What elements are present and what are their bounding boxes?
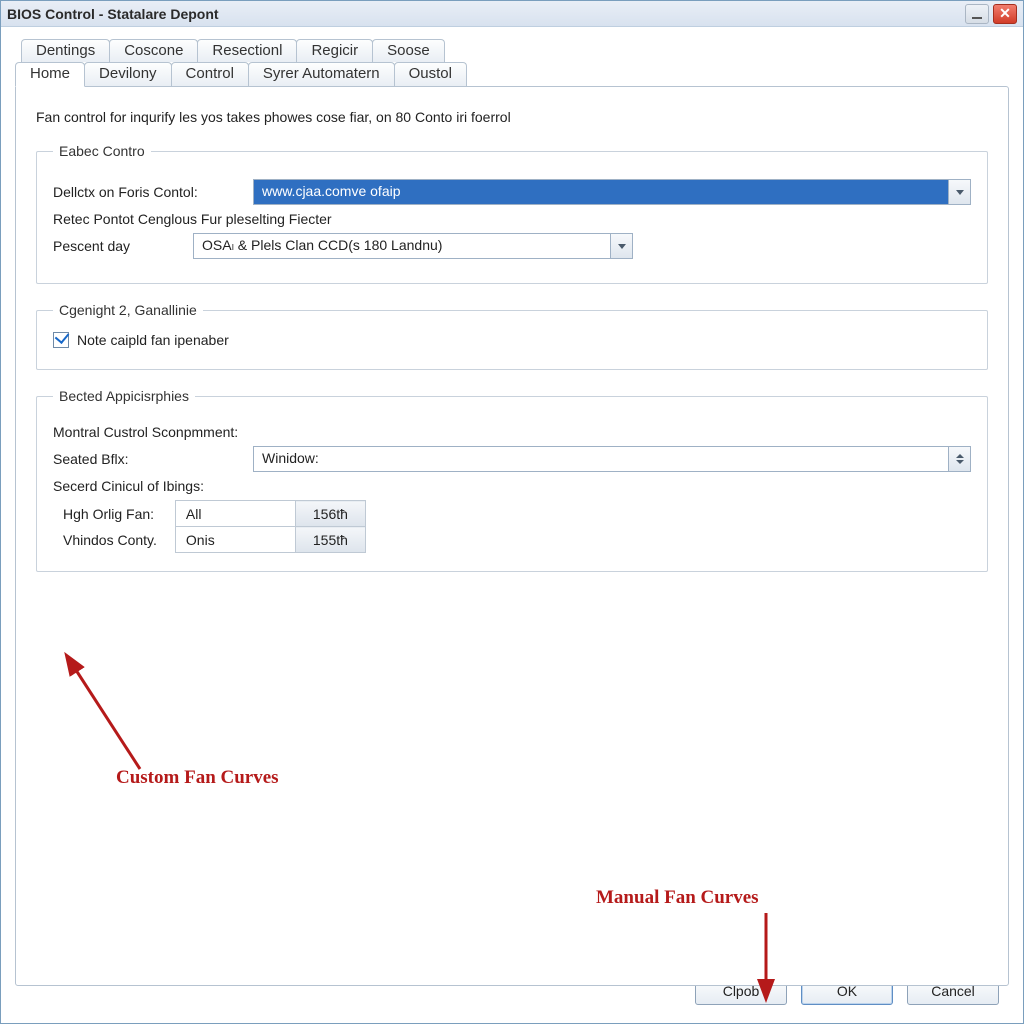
titlebar: BIOS Control - Statalare Depont ✕ xyxy=(1,1,1023,27)
dropdown-pescent-day-value: OSAₗ & Plels Clan CCD(s 180 Landnu) xyxy=(194,234,610,258)
dropdown-dellctx-value: www.cjaa.comve ofaip xyxy=(254,180,948,204)
label-high-orlig: Hgh Orlig Fan: xyxy=(53,501,175,527)
group-eabec-legend: Eabec Contro xyxy=(53,143,151,159)
tab-control[interactable]: Control xyxy=(171,62,249,86)
window-title: BIOS Control - Statalare Depont xyxy=(7,6,219,22)
annotation-custom-fan-curves: Custom Fan Curves xyxy=(116,767,279,789)
label-vhindos: Vhindos Conty. xyxy=(53,527,175,553)
content-area: Dentings Coscone Resectionl Regicir Soos… xyxy=(1,27,1023,1023)
table-row: Vhindos Conty. Onis 155tħ xyxy=(53,527,365,553)
checkbox-box xyxy=(53,332,69,348)
close-button[interactable]: ✕ xyxy=(993,4,1017,24)
checkbox-note-caipld[interactable]: Note caipld fan ipenaber xyxy=(53,332,229,348)
app-window: BIOS Control - Statalare Depont ✕ Dentin… xyxy=(0,0,1024,1024)
label-pescent-day: Pescent day xyxy=(53,238,183,254)
dropdown-dellctx[interactable]: www.cjaa.comve ofaip xyxy=(253,179,971,205)
close-icon: ✕ xyxy=(999,5,1011,22)
tab-soose[interactable]: Soose xyxy=(372,39,445,62)
button-high-orlig[interactable]: 156tħ xyxy=(295,501,365,527)
minimize-icon xyxy=(972,17,982,19)
chevron-down-icon xyxy=(956,190,964,195)
chevron-down-icon xyxy=(618,244,626,249)
tab-oustol[interactable]: Oustol xyxy=(394,62,467,86)
checkbox-label: Note caipld fan ipenaber xyxy=(77,332,229,348)
label-dellctx: Dellctx on Foris Contol: xyxy=(53,184,243,200)
dropdown-pescent-day-button[interactable] xyxy=(610,234,632,258)
label-seated: Seated Bflx: xyxy=(53,451,243,467)
tab-syrer-automatern[interactable]: Syrer Automatern xyxy=(248,62,395,86)
tab-regicir[interactable]: Regicir xyxy=(296,39,373,62)
tab-resectionl[interactable]: Resectionl xyxy=(197,39,297,62)
group-cgenight-legend: Cgenight 2, Ganallinie xyxy=(53,302,203,318)
group-bected: Bected Appicisrphies Montral Custrol Sco… xyxy=(36,388,988,572)
dropdown-dellctx-button[interactable] xyxy=(948,180,970,204)
text-retec: Retec Pontot Cenglous Fur pleselting Fie… xyxy=(53,211,971,227)
arrow-custom xyxy=(62,659,172,782)
tab-panel: Fan control for inqurify les yos takes p… xyxy=(15,86,1009,986)
group-eabec: Eabec Contro Dellctx on Foris Contol: ww… xyxy=(36,143,988,284)
dropdown-seated[interactable]: Winidow: xyxy=(253,446,971,472)
tab-devilony[interactable]: Devilony xyxy=(84,62,172,86)
group-cgenight: Cgenight 2, Ganallinie Note caipld fan i… xyxy=(36,302,988,370)
text-secerd: Secerd Cinicul of Ibings: xyxy=(53,478,971,494)
fan-table: Hgh Orlig Fan: All 156tħ Vhindos Conty. … xyxy=(53,500,366,553)
value-vhindos[interactable]: Onis xyxy=(175,527,295,553)
intro-text: Fan control for inqurify les yos takes p… xyxy=(36,109,988,125)
annotation-manual-fan-curves: Manual Fan Curves xyxy=(596,887,759,909)
text-montral: Montral Custrol Sconpmment: xyxy=(53,424,971,440)
tab-dentings[interactable]: Dentings xyxy=(21,39,110,62)
dropdown-seated-value: Winidow: xyxy=(254,447,948,471)
table-row: Hgh Orlig Fan: All 156tħ xyxy=(53,501,365,527)
tabs-top-row: Dentings Coscone Resectionl Regicir Soos… xyxy=(21,39,1009,62)
dropdown-pescent-day[interactable]: OSAₗ & Plels Clan CCD(s 180 Landnu) xyxy=(193,233,633,259)
minimize-button[interactable] xyxy=(965,4,989,24)
button-vhindos[interactable]: 155tħ xyxy=(295,527,365,553)
tab-home[interactable]: Home xyxy=(15,62,85,87)
dropdown-seated-spinner[interactable] xyxy=(948,447,970,471)
value-high-orlig[interactable]: All xyxy=(175,501,295,527)
group-bected-legend: Bected Appicisrphies xyxy=(53,388,195,404)
tab-coscone[interactable]: Coscone xyxy=(109,39,198,62)
tabs-bottom-row: Home Devilony Control Syrer Automatern O… xyxy=(15,62,1009,86)
